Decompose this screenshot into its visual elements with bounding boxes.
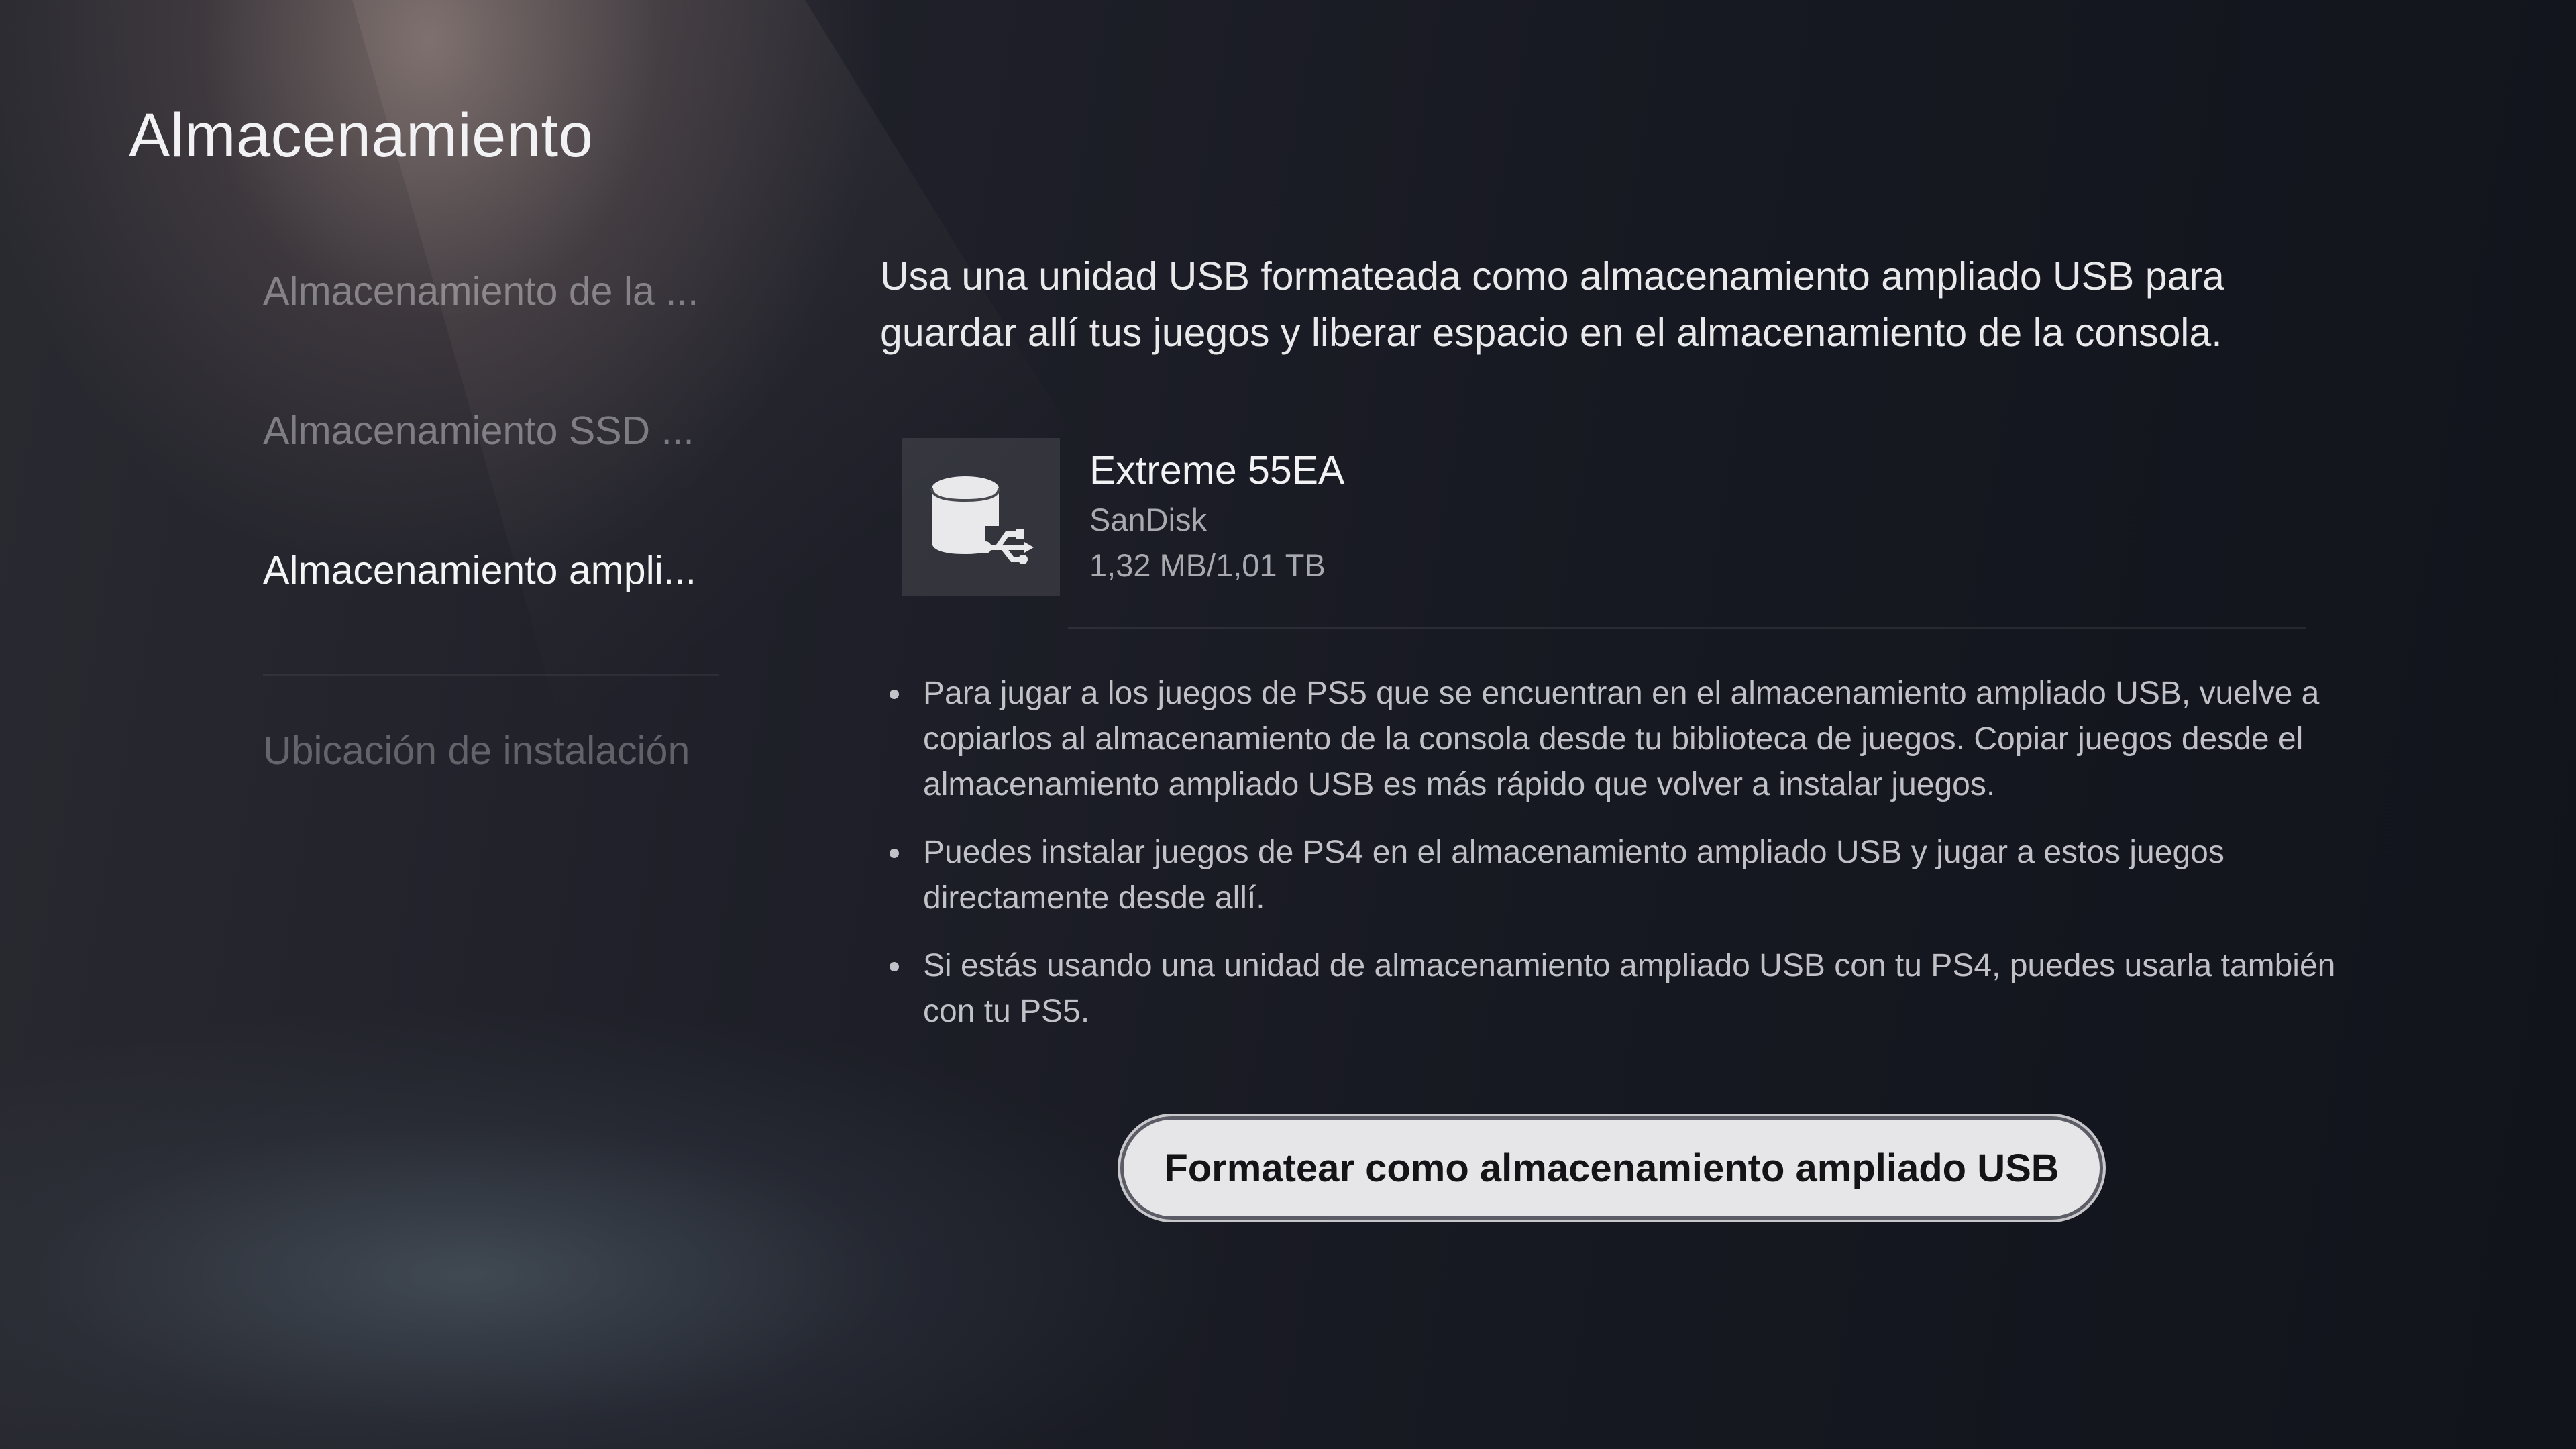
- sidebar-item-console-storage[interactable]: Almacenamiento de la ...: [263, 221, 719, 361]
- device-name: Extreme 55EA: [1089, 448, 1345, 492]
- sidebar-item-m2-ssd-storage[interactable]: Almacenamiento SSD ...: [263, 361, 719, 500]
- bullet-dot-icon: [890, 962, 899, 971]
- bullet-text: Para jugar a los juegos de PS5 que se en…: [923, 676, 2320, 802]
- list-item: Si estás usando una unidad de almacenami…: [880, 943, 2343, 1034]
- device-brand: SanDisk: [1089, 502, 1208, 537]
- list-item: Puedes instalar juegos de PS4 en el alma…: [880, 830, 2343, 921]
- device-info: Extreme 55EA SanDisk 1,32 MB/1,01 TB: [1089, 443, 1344, 588]
- bullet-text: Si estás usando una unidad de almacenami…: [923, 948, 2336, 1029]
- format-usb-extended-storage-button[interactable]: Formatear como almacenamiento ampliado U…: [1120, 1116, 2103, 1220]
- page-title: Almacenamiento: [129, 101, 594, 170]
- bullet-text: Puedes instalar juegos de PS4 en el alma…: [923, 835, 2224, 916]
- device-capacity: 1,32 MB/1,01 TB: [1089, 547, 1326, 583]
- sidebar: Almacenamiento de la ... Almacenamiento …: [263, 268, 719, 791]
- bullet-dot-icon: [890, 849, 899, 858]
- intro-text: Usa una unidad USB formateada como almac…: [880, 254, 2224, 355]
- sidebar-divider: [263, 674, 719, 676]
- content-divider: [1068, 627, 2306, 629]
- usb-drive-icon: [902, 438, 1060, 596]
- bullet-dot-icon: [890, 690, 899, 699]
- sidebar-item-usb-extended-storage[interactable]: Almacenamiento ampli...: [263, 500, 719, 640]
- list-item: Para jugar a los juegos de PS5 que se en…: [880, 671, 2343, 808]
- main-content: Usa una unidad USB formateada como almac…: [880, 248, 2343, 1029]
- usb-device-card[interactable]: Extreme 55EA SanDisk 1,32 MB/1,01 TB: [902, 438, 2343, 633]
- info-bullet-list: Para jugar a los juegos de PS5 que se en…: [880, 671, 2343, 1057]
- sidebar-item-installation-location[interactable]: Ubicación de instalación: [263, 710, 719, 791]
